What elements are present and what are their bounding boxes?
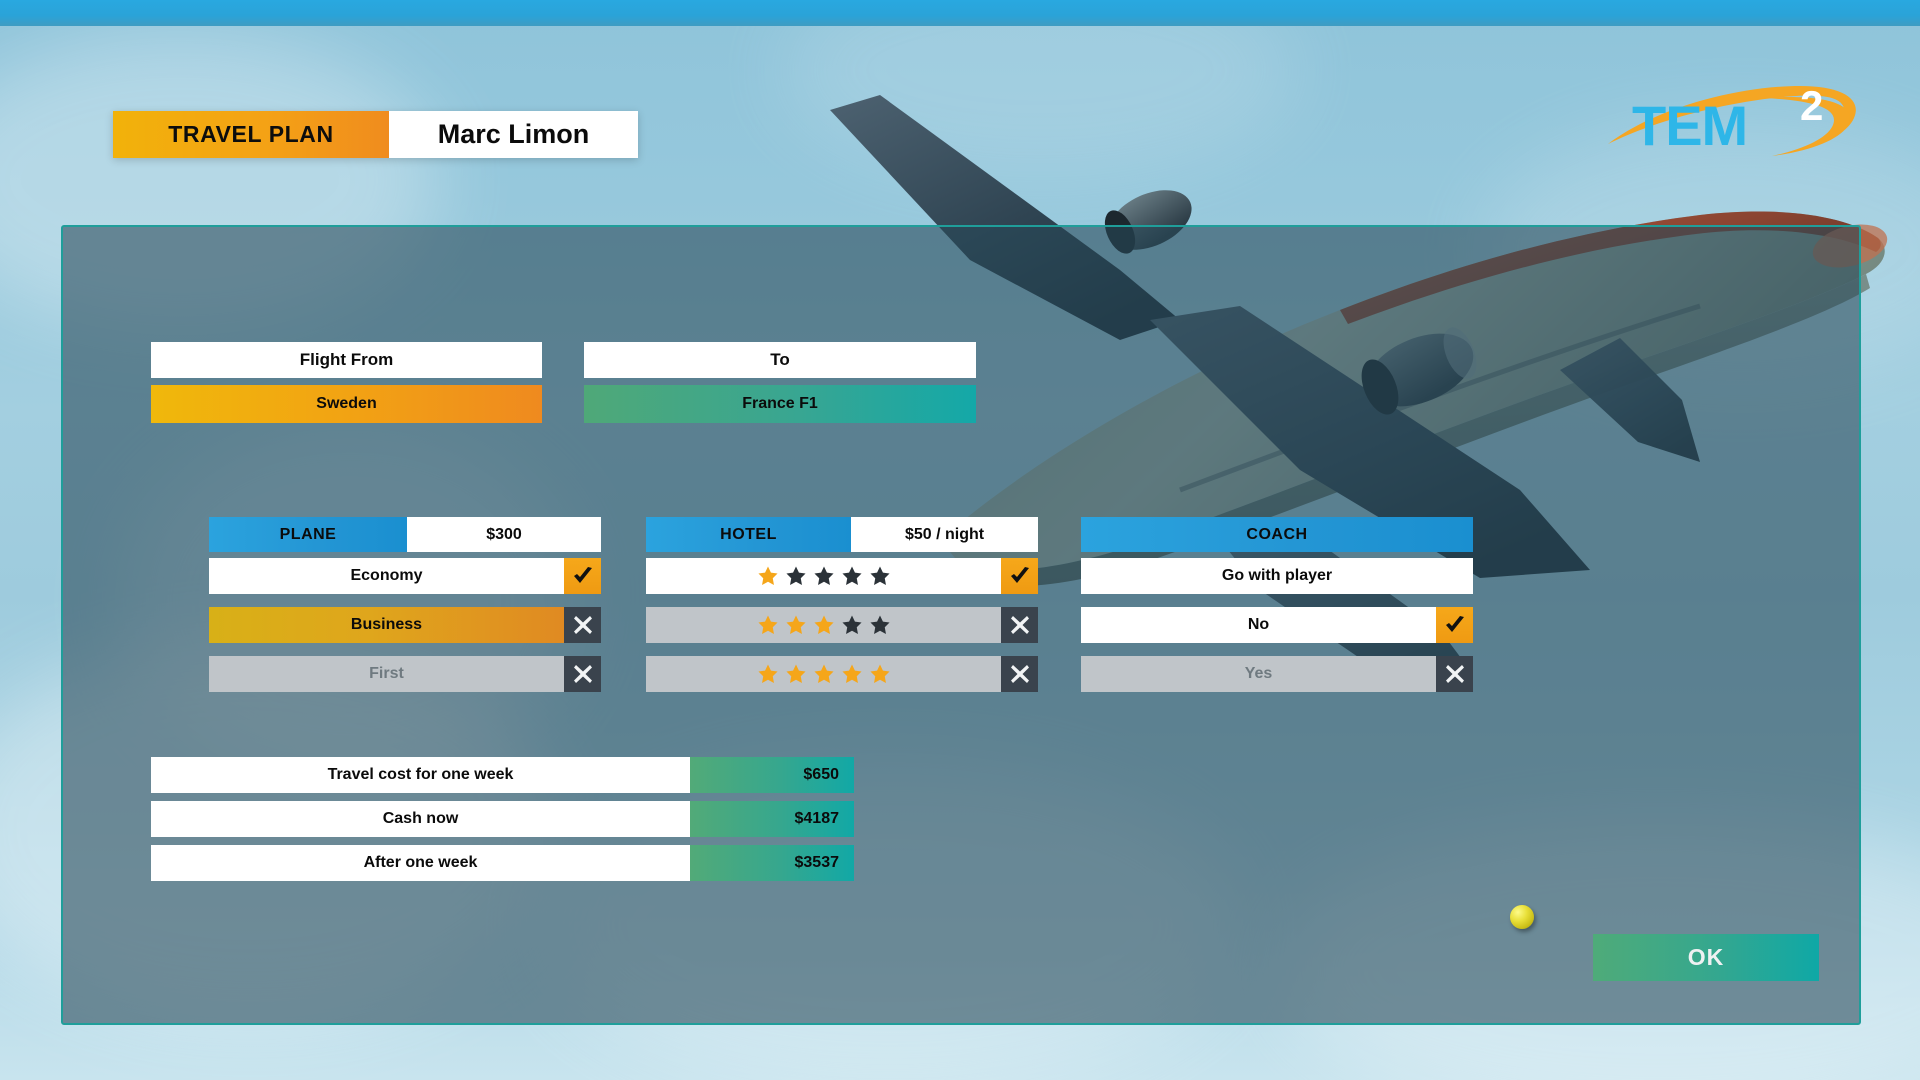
hotel-option-1-star[interactable]	[646, 558, 1038, 594]
coach-title: COACH	[1081, 517, 1473, 552]
flight-to-value[interactable]: France F1	[584, 385, 976, 423]
summary-label: Travel cost for one week	[151, 757, 690, 793]
hotel-option-1-star-rating	[646, 558, 1001, 594]
hotel-title: HOTEL	[646, 517, 851, 552]
travel-plan-label: TRAVEL PLAN	[168, 121, 334, 147]
star-empty-icon	[869, 615, 890, 634]
plane-option-economy-label: Economy	[209, 558, 564, 594]
summary-value: $4187	[690, 801, 854, 837]
svg-text:TEM: TEM	[1632, 94, 1747, 157]
star-rating	[757, 663, 891, 685]
flight-to-label: To	[584, 342, 976, 378]
coach-option-go-with-player: Go with player	[1081, 558, 1473, 594]
summary-row-after-one-week: After one week $3537	[151, 845, 854, 881]
cost-summary: Travel cost for one week $650 Cash now $…	[151, 757, 854, 881]
coach-option-yes[interactable]: Yes	[1081, 656, 1473, 692]
coach-option-go-with-player-label: Go with player	[1081, 558, 1473, 594]
star-empty-icon	[841, 615, 862, 634]
summary-row-cash-now: Cash now $4187	[151, 801, 854, 837]
coach-option-group: COACH Go with player No Yes	[1081, 517, 1473, 692]
star-empty-icon	[813, 566, 834, 585]
plane-header: PLANE $300	[209, 517, 601, 552]
cloud-decoration	[780, 0, 1300, 180]
summary-label: Cash now	[151, 801, 690, 837]
coach-header: COACH	[1081, 517, 1473, 552]
summary-value: $3537	[690, 845, 854, 881]
travel-plan-panel: Flight From Sweden To France F1 PLANE $3…	[61, 225, 1861, 1025]
check-icon[interactable]	[1436, 607, 1473, 643]
top-accent-strip	[0, 0, 1920, 26]
star-filled-icon	[757, 664, 778, 683]
cross-icon[interactable]	[1001, 607, 1038, 643]
cross-icon[interactable]	[1001, 656, 1038, 692]
game-screen: TEM 2 TRAVEL PLAN Marc Limon Flight From…	[0, 0, 1920, 1080]
star-filled-icon	[785, 615, 806, 634]
star-filled-icon	[785, 664, 806, 683]
flight-from-value[interactable]: Sweden	[151, 385, 542, 423]
check-icon[interactable]	[1001, 558, 1038, 594]
hotel-option-group: HOTEL $50 / night	[646, 517, 1038, 692]
plane-option-economy[interactable]: Economy	[209, 558, 601, 594]
coach-option-yes-label: Yes	[1081, 656, 1436, 692]
coach-option-no-label: No	[1081, 607, 1436, 643]
hotel-header: HOTEL $50 / night	[646, 517, 1038, 552]
cross-icon[interactable]	[564, 607, 601, 643]
travel-plan-title: TRAVEL PLAN	[113, 111, 389, 158]
ok-button-label: OK	[1687, 944, 1725, 970]
summary-value: $650	[690, 757, 854, 793]
svg-text:2: 2	[1800, 82, 1823, 129]
hotel-option-3-star-rating	[646, 607, 1001, 643]
star-filled-icon	[841, 664, 862, 683]
star-rating	[757, 565, 891, 587]
star-filled-icon	[813, 615, 834, 634]
cross-icon[interactable]	[1436, 656, 1473, 692]
hotel-option-5-star-rating	[646, 656, 1001, 692]
player-name-label: Marc Limon	[437, 119, 590, 149]
hotel-option-3-star[interactable]	[646, 607, 1038, 643]
plane-option-business-label: Business	[209, 607, 564, 643]
hotel-price: $50 / night	[851, 517, 1038, 552]
star-empty-icon	[869, 566, 890, 585]
hotel-option-5-star[interactable]	[646, 656, 1038, 692]
coach-option-no[interactable]: No	[1081, 607, 1473, 643]
check-icon[interactable]	[564, 558, 601, 594]
flight-to-group: To France F1	[584, 342, 976, 423]
header-title-bar: TRAVEL PLAN Marc Limon	[113, 111, 638, 158]
plane-option-group: PLANE $300 Economy Business First	[209, 517, 601, 692]
flight-from-group: Flight From Sweden	[151, 342, 542, 423]
star-filled-icon	[757, 615, 778, 634]
plane-option-business[interactable]: Business	[209, 607, 601, 643]
cursor-ball-icon	[1510, 905, 1534, 929]
star-empty-icon	[785, 566, 806, 585]
star-filled-icon	[757, 566, 778, 585]
ok-button[interactable]: OK	[1593, 934, 1819, 981]
summary-row-travel-cost: Travel cost for one week $650	[151, 757, 854, 793]
tem2-logo: TEM 2	[1608, 82, 1856, 157]
star-rating	[757, 614, 891, 636]
star-empty-icon	[841, 566, 862, 585]
plane-price: $300	[407, 517, 601, 552]
flight-from-label: Flight From	[151, 342, 542, 378]
summary-label: After one week	[151, 845, 690, 881]
plane-title: PLANE	[209, 517, 407, 552]
player-name-plate: Marc Limon	[389, 111, 638, 158]
star-filled-icon	[813, 664, 834, 683]
star-filled-icon	[869, 664, 890, 683]
cross-icon[interactable]	[564, 656, 601, 692]
plane-option-first[interactable]: First	[209, 656, 601, 692]
plane-option-first-label: First	[209, 656, 564, 692]
